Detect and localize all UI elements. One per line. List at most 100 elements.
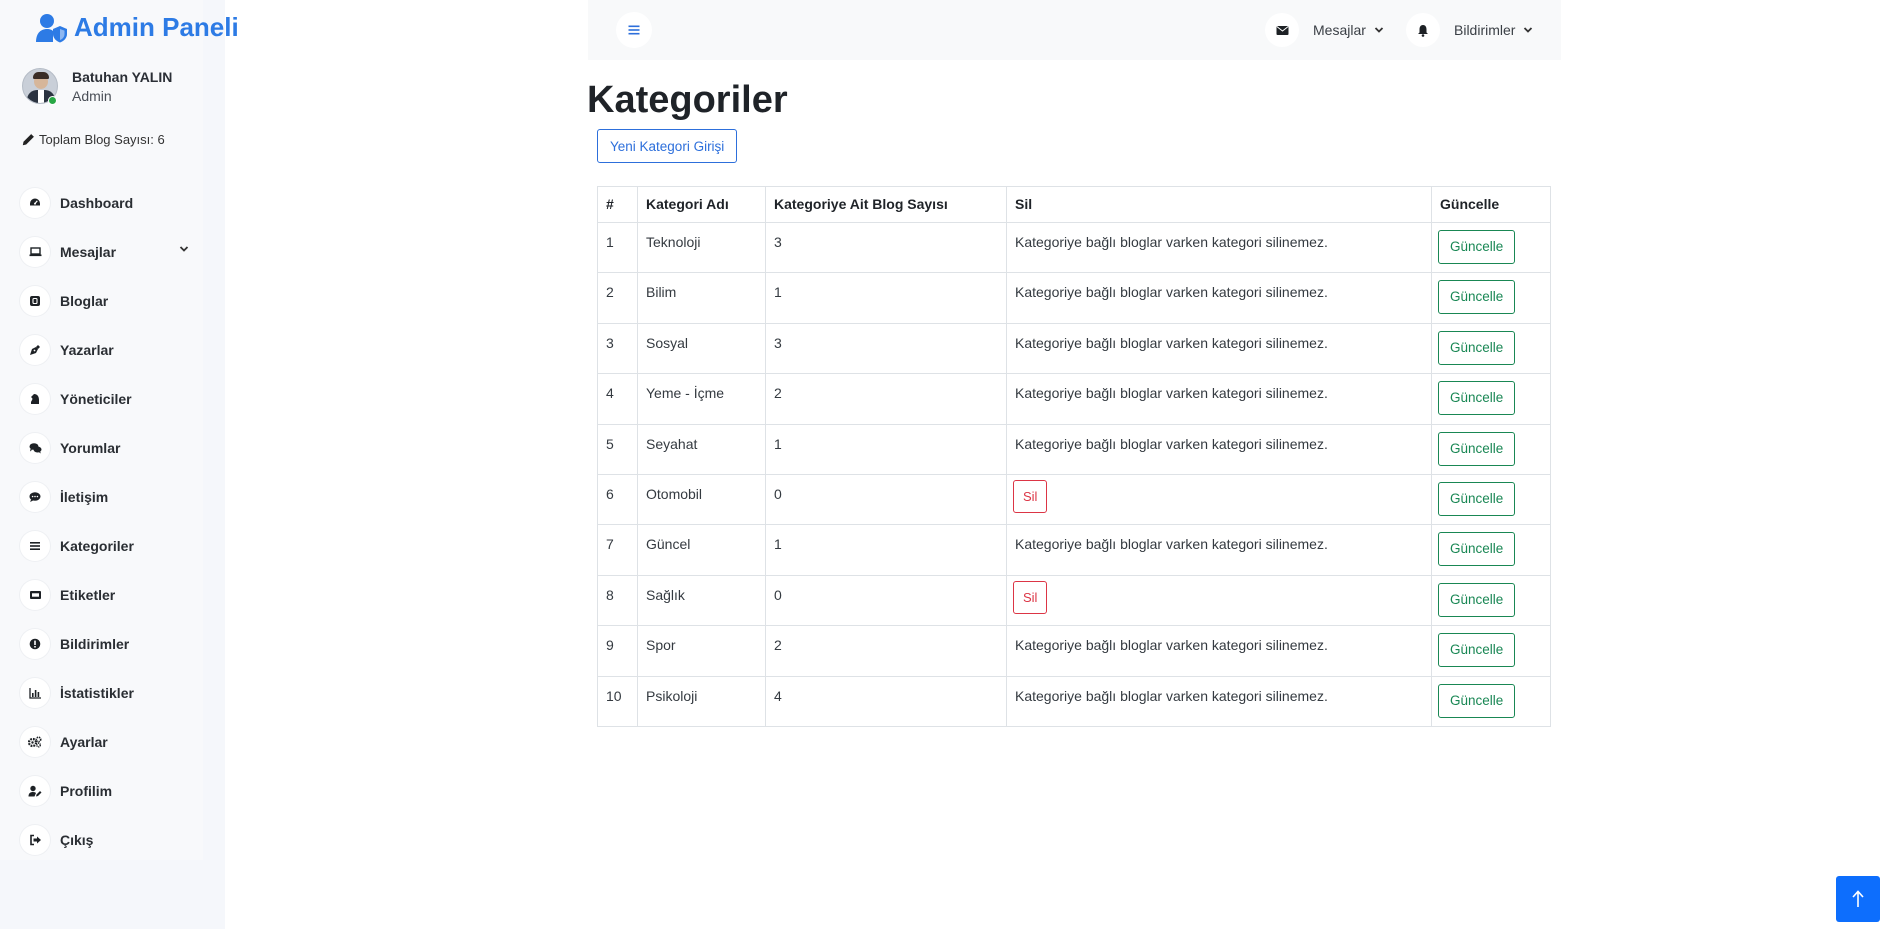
sidebar-nav: Dashboard Mesajlar Bloglar Yazarlar Yöne… — [20, 178, 195, 864]
cell-count: 2 — [765, 625, 1007, 677]
cell-delete: Kategoriye bağlı bloglar varken kategori… — [1006, 524, 1432, 576]
user-panel: Batuhan YALIN Admin — [22, 68, 172, 104]
table-row: 9 Spor 2 Kategoriye bağlı bloglar varken ka… — [597, 625, 1551, 677]
cell-num: 3 — [597, 322, 638, 375]
table-row: 8 Sağlık 0 Sil Güncelle — [597, 574, 1551, 627]
scroll-to-top-button[interactable] — [1836, 876, 1880, 922]
update-button[interactable]: Güncelle — [1438, 633, 1516, 668]
tag-icon — [20, 579, 50, 610]
update-button[interactable]: Güncelle — [1438, 330, 1516, 365]
user-role: Admin — [72, 87, 112, 104]
delete-locked-text: Kategoriye bağlı bloglar varken kategori… — [1015, 687, 1328, 704]
sidebar-item-label: Yöneticiler — [60, 390, 132, 407]
update-button[interactable]: Güncelle — [1438, 381, 1516, 416]
sidebar-item-profilim[interactable]: Profilim — [20, 766, 195, 815]
header-name: Kategori Adı — [637, 186, 766, 223]
chevron-down-icon — [179, 246, 189, 252]
cell-update: Güncelle — [1431, 574, 1551, 627]
sidebar-item-etiketler[interactable]: Etiketler — [20, 570, 195, 619]
cell-count: 1 — [765, 423, 1007, 475]
sidebar-item-kategoriler[interactable]: Kategoriler — [20, 521, 195, 570]
chess-knight-icon — [20, 383, 50, 414]
cell-name: Yeme - İçme — [637, 373, 766, 425]
cell-delete: Kategoriye bağlı bloglar varken kategori… — [1006, 221, 1432, 274]
cell-name: Güncel — [637, 524, 766, 576]
sidebar-item-label: Kategoriler — [60, 537, 134, 554]
header-delete: Sil — [1006, 186, 1432, 223]
sidebar-item-label: Dashboard — [60, 194, 134, 211]
sidebar-toggle-button[interactable] — [616, 12, 652, 48]
cell-delete: Kategoriye bağlı bloglar varken kategori… — [1006, 625, 1432, 677]
header-num: # — [597, 186, 638, 223]
delete-button[interactable]: Sil — [1013, 479, 1048, 513]
sidebar-item-bloglar[interactable]: Bloglar — [20, 276, 195, 325]
cell-delete: Kategoriye bağlı bloglar varken kategori… — [1006, 272, 1432, 324]
update-button[interactable]: Güncelle — [1438, 582, 1516, 617]
chevron-down-icon — [1524, 27, 1533, 33]
cell-name: Spor — [637, 625, 766, 677]
cell-count: 1 — [765, 272, 1007, 324]
user-pen-icon — [20, 775, 50, 806]
sidebar-panel: Admin Paneli Batuhan YALIN Admin Toplam … — [0, 0, 239, 860]
sidebar-item-yazarlar[interactable]: Yazarlar — [20, 325, 195, 374]
cell-delete: Kategoriye bağlı bloglar varken kategori… — [1006, 423, 1432, 475]
sidebar-item-istatistikler[interactable]: İstatistikler — [20, 668, 195, 717]
messages-label: Mesajlar — [1313, 22, 1366, 38]
new-category-button[interactable]: Yeni Kategori Girişi — [597, 129, 738, 163]
delete-locked-text: Kategoriye bağlı bloglar varken kategori… — [1015, 334, 1328, 351]
table-row: 10 Psikoloji 4 Kategoriye bağlı bloglar var… — [597, 675, 1551, 727]
delete-locked-text: Kategoriye bağlı bloglar varken kategori… — [1015, 637, 1328, 654]
cell-update: Güncelle — [1431, 322, 1551, 375]
cell-num: 2 — [597, 272, 638, 324]
blog-icon — [20, 285, 50, 316]
table-row: 1 Teknoloji 3 Kategoriye bağlı bloglar vark… — [597, 221, 1551, 274]
update-button[interactable]: Güncelle — [1438, 230, 1516, 264]
cell-num: 10 — [597, 675, 638, 727]
sidebar-item-iletisim[interactable]: İletişim — [20, 472, 195, 521]
cell-name: Sosyal — [637, 322, 766, 375]
cell-num: 7 — [597, 524, 638, 576]
table-row: 7 Güncel 1 Kategoriye bağlı bloglar varken … — [597, 524, 1551, 576]
sidebar-item-label: İletişim — [60, 488, 109, 505]
sidebar-item-dashboard[interactable]: Dashboard — [20, 178, 195, 227]
table-row: 5 Seyahat 1 Kategoriye bağlı bloglar varken… — [597, 423, 1551, 475]
update-button[interactable]: Güncelle — [1438, 481, 1516, 516]
notifications-dropdown[interactable]: Bildirimler — [1406, 12, 1533, 48]
categories-table: # Kategori Adı Kategoriye Ait Blog Sayıs… — [597, 186, 1551, 727]
update-button[interactable]: Güncelle — [1438, 532, 1516, 567]
online-status-dot — [48, 96, 57, 105]
menu-icon — [628, 25, 640, 35]
sidebar-item-label: Etiketler — [60, 586, 116, 603]
table-header-row: # Kategori Adı Kategoriye Ait Blog Sayıs… — [597, 186, 1551, 223]
cell-count: 4 — [765, 675, 1007, 727]
sidebar-item-bildirimler[interactable]: Bildirimler — [20, 619, 195, 668]
sidebar-item-label: İstatistikler — [60, 684, 134, 701]
update-button[interactable]: Güncelle — [1438, 431, 1516, 466]
cell-delete: Sil — [1006, 473, 1432, 526]
sidebar-item-ayarlar[interactable]: Ayarlar — [20, 717, 195, 766]
delete-button[interactable]: Sil — [1013, 580, 1048, 614]
cell-count: 3 — [765, 322, 1007, 375]
brand[interactable]: Admin Paneli — [36, 12, 239, 43]
sidebar-item-label: Ayarlar — [60, 733, 108, 750]
bell-icon — [1418, 24, 1428, 37]
blog-count: Toplam Blog Sayısı: 6 — [22, 132, 165, 147]
delete-locked-text: Kategoriye bağlı bloglar varken kategori… — [1015, 234, 1328, 250]
sidebar-item-yoneticiler[interactable]: Yöneticiler — [20, 374, 195, 423]
cell-num: 6 — [597, 473, 638, 526]
pen-icon — [22, 133, 35, 146]
cell-num: 9 — [597, 625, 638, 677]
sidebar-item-cikis[interactable]: Çıkış — [20, 815, 195, 864]
cell-count: 0 — [765, 473, 1007, 526]
cell-count: 2 — [765, 373, 1007, 425]
sidebar-item-mesajlar[interactable]: Mesajlar — [20, 227, 195, 276]
sidebar-item-yorumlar[interactable]: Yorumlar — [20, 423, 195, 472]
sign-out-icon — [20, 824, 50, 855]
header-count: Kategoriye Ait Blog Sayısı — [765, 186, 1007, 223]
cell-delete: Kategoriye bağlı bloglar varken kategori… — [1006, 322, 1432, 375]
update-button[interactable]: Güncelle — [1438, 683, 1516, 718]
sidebar-item-label: Çıkış — [60, 831, 94, 848]
cell-update: Güncelle — [1431, 373, 1551, 425]
messages-dropdown[interactable]: Mesajlar — [1265, 12, 1384, 48]
update-button[interactable]: Güncelle — [1438, 280, 1516, 315]
